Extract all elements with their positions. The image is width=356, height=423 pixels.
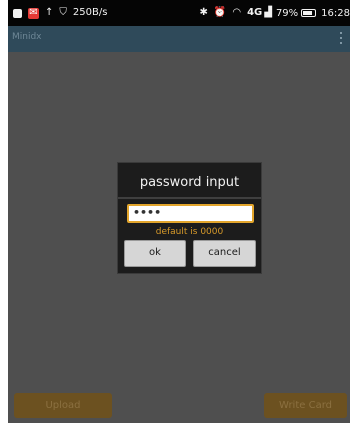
password-dialog: password input •••• default is 0000 ok c… bbox=[117, 162, 262, 274]
clock: 16:28 bbox=[321, 7, 350, 19]
upload-button[interactable]: Upload bbox=[14, 393, 112, 418]
status-right-group: ✱ ⏰ ◠ 4G ▟ 79% 16:28 bbox=[199, 8, 350, 19]
overflow-menu-icon[interactable] bbox=[338, 32, 344, 46]
wifi-icon: ◠ bbox=[232, 7, 242, 18]
alarm-icon: ⏰ bbox=[213, 7, 227, 18]
battery-percent: 79% bbox=[275, 7, 299, 19]
password-hint: default is 0000 bbox=[155, 227, 224, 237]
notification-icon bbox=[13, 8, 22, 18]
app-title: Minidx bbox=[12, 32, 42, 42]
mail-icon: ✉ bbox=[28, 6, 39, 19]
ok-button[interactable]: ok bbox=[124, 240, 186, 267]
shield-icon: ⛉ bbox=[59, 7, 67, 18]
password-input[interactable]: •••• bbox=[127, 204, 254, 223]
network-type: 4G bbox=[247, 7, 263, 18]
bluetooth-icon: ✱ bbox=[199, 7, 208, 18]
status-bar: ✉ ↑ ⛉ 250B/s ✱ ⏰ ◠ 4G ▟ 79% 16:28 bbox=[8, 0, 350, 26]
battery-icon bbox=[301, 9, 317, 17]
signal-icon: ▟ bbox=[264, 7, 272, 18]
app-bar: Minidx bbox=[8, 26, 350, 52]
network-speed: 250B/s bbox=[72, 7, 108, 18]
upload-arrow-icon: ↑ bbox=[45, 7, 54, 18]
dialog-divider bbox=[118, 197, 261, 199]
dialog-title: password input bbox=[139, 175, 240, 190]
cancel-button[interactable]: cancel bbox=[193, 240, 256, 267]
write-card-button[interactable]: Write Card bbox=[264, 393, 347, 418]
phone-screen: ✉ ↑ ⛉ 250B/s ✱ ⏰ ◠ 4G ▟ 79% 16:28 Minidx… bbox=[8, 0, 350, 423]
